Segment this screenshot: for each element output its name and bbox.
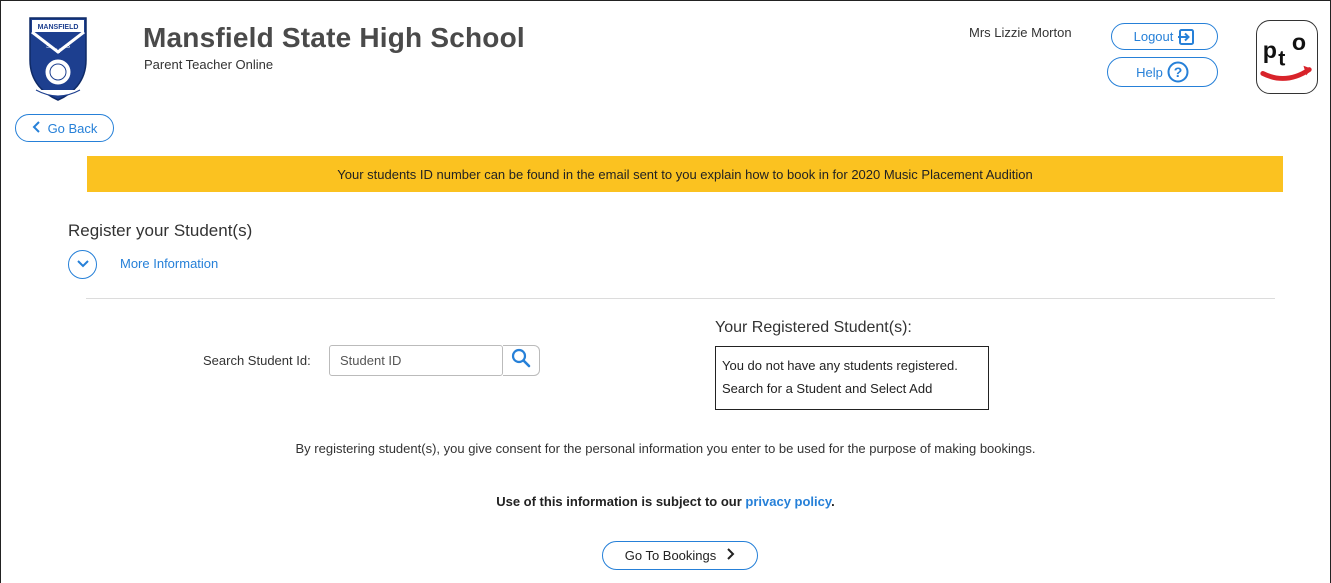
go-back-button[interactable]: Go Back <box>15 114 114 142</box>
registered-students-heading: Your Registered Student(s): <box>715 319 912 336</box>
student-id-input[interactable] <box>329 345 503 376</box>
svg-text:H: H <box>56 49 60 55</box>
school-name: Mansfield State High School <box>143 22 525 53</box>
crest-text: MANSFIELD <box>38 24 79 31</box>
info-banner: Your students ID number can be found in … <box>87 156 1283 192</box>
chevron-left-icon <box>32 120 42 136</box>
help-button[interactable]: Help ? <box>1107 57 1218 87</box>
app-subtitle: Parent Teacher Online <box>144 57 274 72</box>
pto-logo: p t o <box>1256 20 1318 94</box>
more-information-toggle[interactable] <box>68 250 97 279</box>
svg-text:S: S <box>46 44 50 50</box>
privacy-notice: Use of this information is subject to ou… <box>0 494 1331 509</box>
registered-students-box: You do not have any students registered.… <box>715 346 989 410</box>
search-button[interactable] <box>503 345 540 376</box>
school-crest-logo: MANSFIELD S H S <box>29 17 87 101</box>
more-information-link[interactable]: More Information <box>120 256 218 271</box>
banner-text: Your students ID number can be found in … <box>337 166 1033 182</box>
user-name: Mrs Lizzie Morton <box>969 25 1072 40</box>
svg-text:?: ? <box>1174 64 1183 80</box>
privacy-suffix: . <box>831 494 835 509</box>
no-students-message: You do not have any students registered. <box>722 358 958 373</box>
help-label: Help <box>1136 64 1163 80</box>
go-to-bookings-label: Go To Bookings <box>624 548 717 563</box>
chevron-right-icon <box>726 548 735 563</box>
search-student-label: Search Student Id: <box>203 353 311 368</box>
go-to-bookings-button[interactable]: Go To Bookings <box>602 541 758 570</box>
svg-text:S: S <box>66 44 70 50</box>
svg-text:t: t <box>1278 47 1285 71</box>
logout-label: Logout <box>1133 29 1174 44</box>
privacy-prefix: Use of this information is subject to ou… <box>496 494 742 509</box>
go-back-label: Go Back <box>47 120 98 136</box>
help-icon: ? <box>1167 61 1189 83</box>
logout-icon <box>1177 28 1195 46</box>
chevron-down-icon <box>76 256 90 274</box>
register-heading: Register your Student(s) <box>68 221 253 240</box>
svg-text:p: p <box>1263 37 1277 63</box>
section-divider <box>86 298 1275 299</box>
privacy-policy-link[interactable]: privacy policy <box>745 494 831 509</box>
search-hint-message: Search for a Student and Select Add <box>722 381 933 396</box>
consent-text: By registering student(s), you give cons… <box>295 441 1036 456</box>
search-icon <box>511 348 531 373</box>
logout-button[interactable]: Logout <box>1111 23 1218 50</box>
svg-text:o: o <box>1292 29 1306 55</box>
